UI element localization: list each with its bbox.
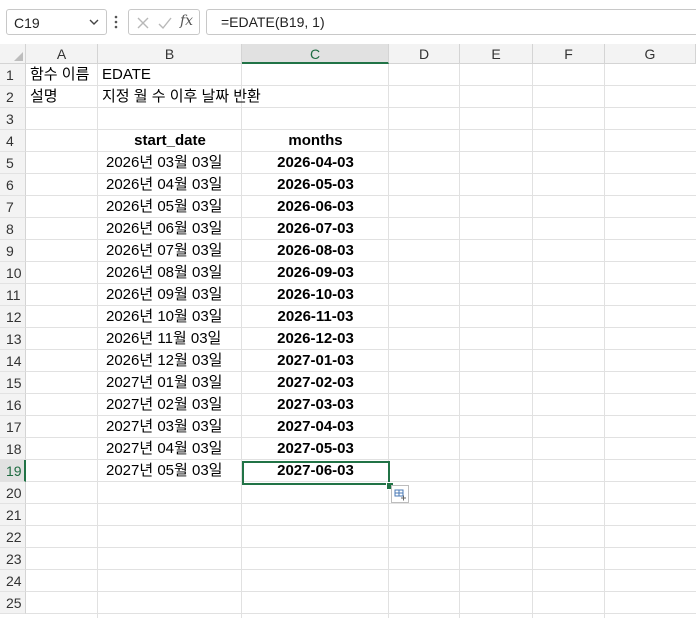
row-header-20[interactable]: 20 [0, 482, 26, 504]
cell-b2[interactable]: 지정 월 수 이후 날짜 반환 [102, 86, 261, 108]
start-date-cell[interactable]: 2027년 05월 03일 [106, 460, 222, 482]
row-header-25[interactable]: 25 [0, 592, 26, 614]
row-header-15[interactable]: 15 [0, 372, 26, 394]
row-header-22[interactable]: 22 [0, 526, 26, 548]
row-header-3[interactable]: 3 [0, 108, 26, 130]
months-cell[interactable]: 2026-11-03 [242, 306, 389, 328]
months-cell[interactable]: 2026-10-03 [242, 284, 389, 306]
gridline [459, 64, 460, 618]
row-header-24[interactable]: 24 [0, 570, 26, 592]
row-header-2[interactable]: 2 [0, 86, 26, 108]
months-cell[interactable]: 2027-02-03 [242, 372, 389, 394]
header-months[interactable]: months [242, 130, 389, 152]
column-header-g[interactable]: G [605, 44, 696, 64]
name-box[interactable]: C19 [6, 9, 107, 35]
start-date-cell[interactable]: 2026년 04월 03일 [106, 174, 222, 196]
gridline [26, 591, 696, 592]
row-header-16[interactable]: 16 [0, 394, 26, 416]
months-cell[interactable]: 2026-12-03 [242, 328, 389, 350]
row-header-1[interactable]: 1 [0, 64, 26, 86]
months-cell[interactable]: 2027-03-03 [242, 394, 389, 416]
months-cell[interactable]: 2027-01-03 [242, 350, 389, 372]
header-start-date[interactable]: start_date [98, 130, 242, 152]
row-header-23[interactable]: 23 [0, 548, 26, 570]
cell-a1[interactable]: 함수 이름 [30, 64, 89, 86]
more-options-icon[interactable] [113, 13, 119, 31]
start-date-cell[interactable]: 2026년 08월 03일 [106, 262, 222, 284]
row-header-17[interactable]: 17 [0, 416, 26, 438]
start-date-cell[interactable]: 2027년 03월 03일 [106, 416, 222, 438]
months-cell[interactable]: 2027-04-03 [242, 416, 389, 438]
column-header-c[interactable]: C [242, 44, 389, 64]
column-header-b[interactable]: B [98, 44, 242, 64]
cancel-icon[interactable] [135, 15, 151, 31]
start-date-cell[interactable]: 2026년 03월 03일 [106, 152, 222, 174]
column-header-a[interactable]: A [26, 44, 98, 64]
gridline [26, 569, 696, 570]
row-header-11[interactable]: 11 [0, 284, 26, 306]
months-cell[interactable]: 2026-05-03 [242, 174, 389, 196]
row-header-10[interactable]: 10 [0, 262, 26, 284]
select-all-corner[interactable] [0, 44, 26, 64]
chevron-down-icon[interactable] [87, 15, 101, 29]
months-cell[interactable]: 2026-07-03 [242, 218, 389, 240]
start-date-cell[interactable]: 2027년 01월 03일 [106, 372, 222, 394]
formula-buttons: fx [128, 9, 200, 35]
formula-input[interactable]: =EDATE(B19, 1) [206, 9, 696, 35]
column-header-d[interactable]: D [389, 44, 460, 64]
row-header-12[interactable]: 12 [0, 306, 26, 328]
gridline [26, 503, 696, 504]
cell-a2[interactable]: 설명 [30, 86, 58, 108]
start-date-cell[interactable]: 2026년 05월 03일 [106, 196, 222, 218]
name-box-value: C19 [14, 15, 40, 31]
row-header-14[interactable]: 14 [0, 350, 26, 372]
quick-analysis-icon[interactable] [391, 485, 409, 503]
gridline [26, 613, 696, 614]
gridline [532, 64, 533, 618]
row-header-8[interactable]: 8 [0, 218, 26, 240]
row-header-9[interactable]: 9 [0, 240, 26, 262]
column-header-f[interactable]: F [533, 44, 605, 64]
months-cell[interactable]: 2027-05-03 [242, 438, 389, 460]
months-cell[interactable]: 2026-06-03 [242, 196, 389, 218]
row-header-13[interactable]: 13 [0, 328, 26, 350]
start-date-cell[interactable]: 2026년 09월 03일 [106, 284, 222, 306]
row-header-21[interactable]: 21 [0, 504, 26, 526]
gridline [26, 547, 696, 548]
spreadsheet-grid[interactable]: A B C D E F G 1 2 3 4 5 6 7 8 9 10 11 12 13 14 15 16 17 18 19 20 21… [0, 44, 696, 618]
gridline [26, 525, 696, 526]
row-header-5[interactable]: 5 [0, 152, 26, 174]
formula-text: =EDATE(B19, 1) [221, 14, 325, 30]
column-header-e[interactable]: E [460, 44, 533, 64]
formula-bar: C19 fx =EDATE(B19, 1) [0, 0, 696, 44]
months-cell[interactable]: 2026-08-03 [242, 240, 389, 262]
active-cell-outline [242, 461, 390, 485]
gridline [604, 64, 605, 618]
cell-b1[interactable]: EDATE [102, 64, 151, 86]
row-header-4[interactable]: 4 [0, 130, 26, 152]
months-cell[interactable]: 2026-04-03 [242, 152, 389, 174]
start-date-cell[interactable]: 2026년 07월 03일 [106, 240, 222, 262]
months-cell[interactable]: 2026-09-03 [242, 262, 389, 284]
row-header-6[interactable]: 6 [0, 174, 26, 196]
start-date-cell[interactable]: 2026년 11월 03일 [106, 328, 221, 350]
start-date-cell[interactable]: 2026년 12월 03일 [106, 350, 222, 372]
start-date-cell[interactable]: 2027년 04월 03일 [106, 438, 222, 460]
enter-check-icon[interactable] [157, 15, 173, 31]
row-header-19[interactable]: 19 [0, 460, 26, 482]
start-date-cell[interactable]: 2027년 02월 03일 [106, 394, 222, 416]
row-header-7[interactable]: 7 [0, 196, 26, 218]
row-header-18[interactable]: 18 [0, 438, 26, 460]
start-date-cell[interactable]: 2026년 06월 03일 [106, 218, 222, 240]
start-date-cell[interactable]: 2026년 10월 03일 [106, 306, 222, 328]
insert-function-icon[interactable]: fx [180, 13, 193, 29]
